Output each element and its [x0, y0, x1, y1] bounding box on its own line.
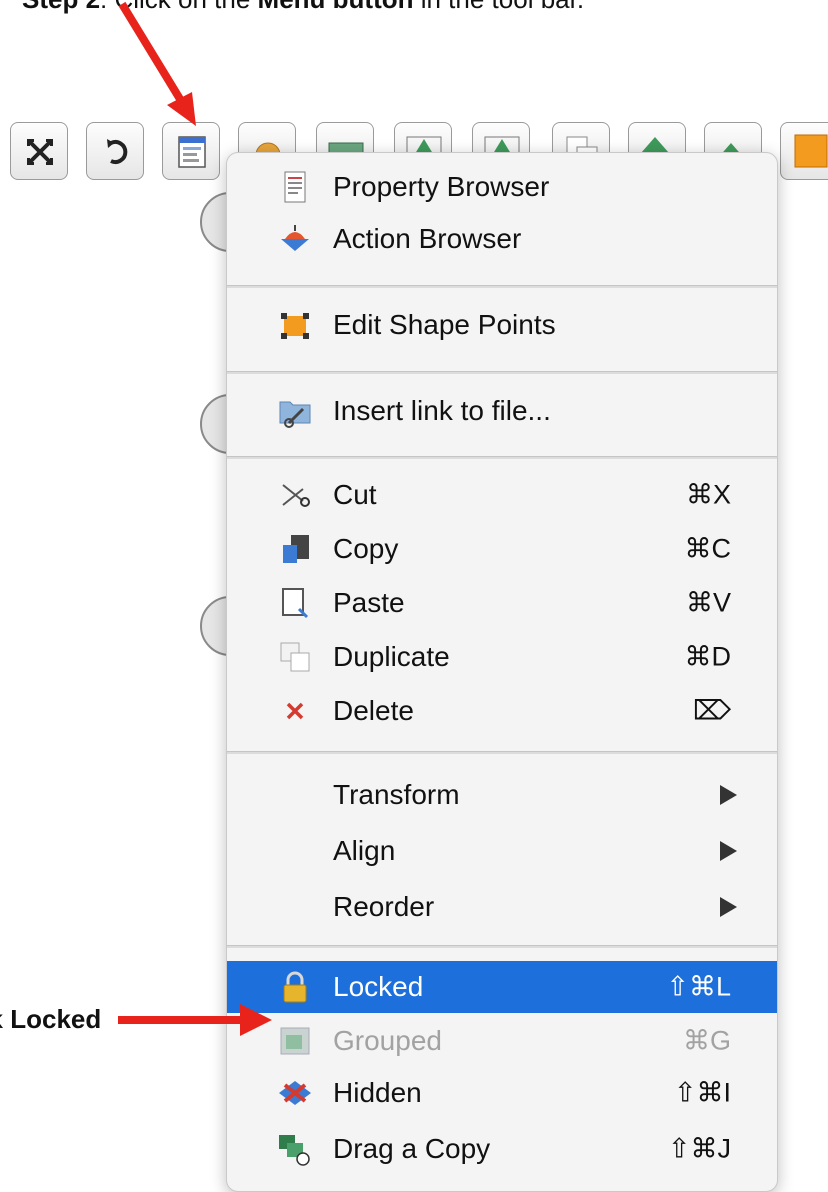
menu-item-delete[interactable]: Delete ⌦: [227, 685, 777, 737]
fit-button[interactable]: [10, 122, 68, 180]
paste-icon: [282, 588, 309, 619]
menu-item-hidden[interactable]: Hidden ⇧⌘I: [227, 1067, 777, 1119]
menu-separator: [227, 751, 777, 754]
menu-item-label: Hidden: [333, 1077, 422, 1108]
menu-item-edit-shape-points[interactable]: Edit Shape Points: [227, 299, 777, 351]
step-caption: Step 2: Click on the Menu button in the …: [22, 0, 584, 15]
submenu-arrow-icon: [720, 785, 737, 805]
menu-item-label: Copy: [333, 533, 399, 564]
menu-item-shortcut: ⌘V: [685, 587, 731, 618]
rotate-button[interactable]: [86, 122, 144, 180]
menu-item-label: Edit Shape Points: [333, 309, 556, 340]
menu-item-shortcut: ⇧⌘J: [667, 1133, 731, 1164]
menu-item-label: Duplicate: [333, 641, 450, 672]
caption-highlight: Locked: [10, 1004, 102, 1034]
menu-item-label: Insert link to file...: [333, 395, 551, 426]
menu-item-shortcut: ⌘D: [684, 641, 732, 672]
menu-item-label: Cut: [333, 479, 377, 510]
copy-icon: [283, 535, 309, 563]
menu-item-shortcut: ⌦: [692, 695, 731, 726]
menu-item-label: Reorder: [333, 891, 435, 922]
hidden-icon: [279, 1081, 311, 1105]
rotate-icon: [107, 139, 128, 164]
menu-separator: [227, 945, 777, 948]
group-icon: [280, 1027, 310, 1055]
annotation-arrow-top: [118, 1, 196, 126]
menu-item-label: Locked: [333, 971, 424, 1002]
orange-square-button[interactable]: [780, 122, 828, 180]
menu-item-insert-link[interactable]: Insert link to file...: [227, 385, 777, 437]
menu-item-shortcut: ⌘C: [684, 533, 732, 564]
menu-item-reorder[interactable]: Reorder: [227, 881, 777, 933]
menu-item-label: Transform: [333, 779, 460, 810]
submenu-arrow-icon: [720, 897, 737, 917]
locked-caption: k Locked: [0, 1004, 101, 1035]
menu-button[interactable]: [162, 122, 220, 180]
menu-item-shortcut: ⌘G: [682, 1025, 731, 1056]
orange-square-icon: [794, 134, 828, 168]
submenu-arrow-icon: [720, 841, 737, 861]
menu-separator: [227, 456, 777, 459]
menu-item-property-browser[interactable]: Property Browser: [227, 161, 777, 213]
menu-item-locked[interactable]: Locked ⇧⌘L: [227, 961, 777, 1013]
step-number: Step 2: [22, 0, 100, 14]
menu-item-transform[interactable]: Transform: [227, 769, 777, 821]
menu-item-shortcut: ⌘X: [685, 479, 731, 510]
menu-item-label: Paste: [333, 587, 405, 618]
menu-item-paste[interactable]: Paste ⌘V: [227, 577, 777, 629]
menu-item-label: Grouped: [333, 1025, 442, 1056]
duplicate-icon: [280, 642, 310, 672]
red-x-icon: [286, 702, 304, 720]
menu-item-align[interactable]: Align: [227, 825, 777, 877]
menu-item-action-browser[interactable]: Action Browser: [227, 213, 777, 265]
menu-item-grouped[interactable]: Grouped ⌘G: [227, 1015, 777, 1067]
step-highlight: Menu button: [258, 0, 414, 14]
spinning-top-icon: [281, 225, 309, 251]
document-icon: [284, 171, 306, 203]
link-folder-icon: [279, 401, 311, 428]
menu-button-icon: [178, 136, 206, 168]
menu-item-label: Property Browser: [333, 171, 550, 202]
drag-copy-icon: [279, 1135, 310, 1166]
menu-separator: [227, 285, 777, 288]
padlock-icon: [283, 971, 307, 1003]
menu-separator: [227, 371, 777, 374]
fit-icon: [27, 139, 53, 165]
menu-item-label: Delete: [333, 695, 414, 726]
shape-points-icon: [281, 313, 309, 339]
menu-item-label: Drag a Copy: [333, 1133, 491, 1164]
menu-item-cut[interactable]: Cut ⌘X: [227, 469, 777, 521]
menu-item-label: Align: [333, 835, 396, 866]
scissors-icon: [282, 484, 310, 507]
menu-item-shortcut: ⇧⌘I: [673, 1077, 731, 1108]
menu-item-drag-copy[interactable]: Drag a Copy ⇧⌘J: [227, 1123, 777, 1175]
step-text: : Click on the: [100, 0, 258, 14]
menu-item-label: Action Browser: [333, 223, 522, 254]
menu-item-shortcut: ⇧⌘L: [666, 971, 731, 1002]
step-text-end: in the tool bar.: [414, 0, 584, 14]
caption-prefix: k: [0, 1004, 10, 1034]
menu-item-copy[interactable]: Copy ⌘C: [227, 523, 777, 575]
menu-item-duplicate[interactable]: Duplicate ⌘D: [227, 631, 777, 683]
context-menu: Property Browser Action Browser Edit Sha…: [226, 152, 778, 1192]
